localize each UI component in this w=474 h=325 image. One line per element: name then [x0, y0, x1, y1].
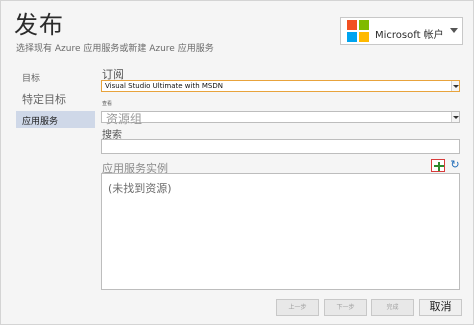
chevron-down-icon: [450, 28, 458, 33]
nav-item-app-service[interactable]: 应用服务: [16, 111, 95, 128]
view-select[interactable]: 资源组: [101, 111, 460, 126]
search-input[interactable]: [101, 139, 460, 154]
resource-group-value: 资源组: [106, 112, 143, 126]
microsoft-logo-icon: [347, 20, 369, 42]
instances-empty-text: (未找到资源): [108, 182, 172, 195]
view-label: 查看: [102, 101, 113, 107]
add-icon[interactable]: [431, 159, 445, 172]
cancel-button[interactable]: 取消: [419, 299, 462, 316]
refresh-icon[interactable]: ↻: [449, 159, 461, 171]
chevron-down-icon: [451, 81, 459, 91]
chevron-down-icon: [451, 112, 459, 122]
next-button[interactable]: 下一步: [324, 299, 367, 316]
account-picker[interactable]: Microsoft 帐户: [340, 17, 463, 45]
page-title: 发布: [14, 11, 64, 39]
previous-button[interactable]: 上一步: [276, 299, 319, 316]
account-label: Microsoft 帐户: [375, 30, 444, 41]
subscription-select[interactable]: Visual Studio Ultimate with MSDN: [101, 80, 460, 92]
page-subtitle: 选择现有 Azure 应用服务或新建 Azure 应用服务: [16, 44, 214, 54]
nav-item-target[interactable]: 目标: [16, 71, 95, 84]
nav-item-specific-target[interactable]: 特定目标: [16, 91, 95, 107]
finish-button[interactable]: 完成: [371, 299, 414, 316]
instances-list[interactable]: (未找到资源): [101, 173, 460, 290]
subscription-value: Visual Studio Ultimate with MSDN: [105, 82, 223, 90]
publish-dialog: 发布 选择现有 Azure 应用服务或新建 Azure 应用服务 Microso…: [0, 0, 474, 325]
